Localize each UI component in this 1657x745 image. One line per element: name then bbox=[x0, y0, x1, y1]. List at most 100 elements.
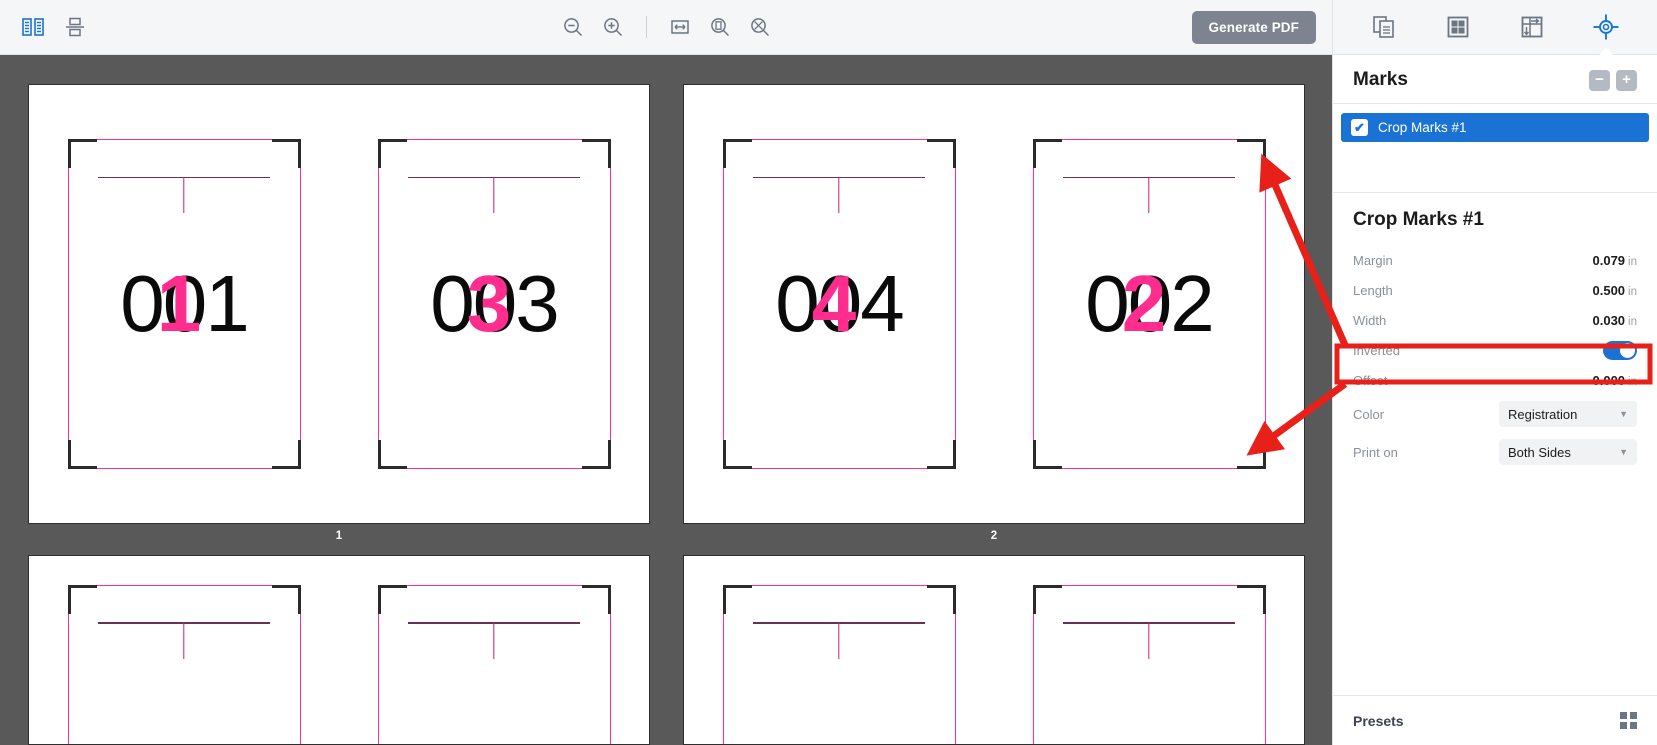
page-center-tick bbox=[1148, 622, 1150, 659]
imposed-page bbox=[722, 584, 956, 744]
add-mark-button[interactable]: + bbox=[1616, 69, 1637, 91]
page-center-tick bbox=[838, 622, 840, 659]
toggle-knob bbox=[1620, 342, 1635, 358]
property-value[interactable]: 0.000 in bbox=[1593, 373, 1638, 388]
property-label: Offset bbox=[1353, 372, 1388, 388]
sheet[interactable]: 001 1 003 3 bbox=[28, 84, 650, 524]
imposed-page bbox=[377, 584, 611, 744]
sheet[interactable] bbox=[683, 554, 1305, 745]
property-margin: Margin 0.079 in bbox=[1353, 245, 1637, 275]
mark-detail-section: Crop Marks #1 Margin 0.079 in Length 0.50… bbox=[1333, 192, 1657, 695]
property-value[interactable]: 0.030 in bbox=[1593, 313, 1638, 328]
property-value[interactable]: 0.079 in bbox=[1593, 253, 1638, 268]
chevron-down-icon: ▼ bbox=[1619, 447, 1628, 457]
trim-box bbox=[1032, 584, 1266, 744]
presets-section[interactable]: Presets bbox=[1333, 695, 1657, 745]
crop-mark-bottom-left-v bbox=[722, 440, 726, 469]
page-slot[interactable]: 001 1 bbox=[29, 84, 339, 524]
crop-mark-top-left-h bbox=[377, 584, 407, 588]
fit-width-icon[interactable] bbox=[663, 10, 697, 44]
sheet[interactable] bbox=[28, 554, 650, 745]
fit-page-icon[interactable] bbox=[703, 10, 737, 44]
imposition-canvas[interactable]: 001 1 003 3 1 004 4 002 2 2 bbox=[0, 55, 1332, 745]
crop-mark-top-left-v bbox=[722, 139, 726, 168]
print-on-select[interactable]: Both Sides ▼ bbox=[1499, 439, 1637, 465]
crop-mark-bottom-right-v bbox=[1262, 440, 1266, 469]
toolbar-zoom-group bbox=[0, 10, 1332, 44]
page-slot[interactable]: 003 3 bbox=[339, 84, 649, 524]
color-select[interactable]: Registration ▼ bbox=[1499, 401, 1637, 427]
property-label: Width bbox=[1353, 312, 1387, 328]
page-number-group: 001 1 bbox=[68, 264, 301, 344]
pages-tab-icon[interactable] bbox=[1364, 7, 1404, 47]
crop-mark-top-right-h bbox=[1236, 584, 1266, 588]
property-unit: in bbox=[1628, 375, 1637, 388]
crop-mark-top-right-h bbox=[271, 584, 301, 588]
crop-mark-top-right-v bbox=[1262, 139, 1266, 168]
sheet-grid: 001 1 003 3 1 004 4 002 2 2 bbox=[0, 55, 1332, 745]
page-slot[interactable] bbox=[29, 556, 339, 744]
crop-mark-top-right-v bbox=[607, 584, 611, 614]
panel-header: Marks − + bbox=[1333, 55, 1657, 104]
property-print-on: Print on Both Sides ▼ bbox=[1353, 433, 1637, 471]
list-item[interactable]: ✔ Crop Marks #1 bbox=[1341, 113, 1649, 142]
marks-tab-icon[interactable] bbox=[1586, 7, 1626, 47]
crop-mark-top-right-v bbox=[1262, 584, 1266, 614]
sheet-label: 2 bbox=[990, 530, 998, 542]
property-label: Length bbox=[1353, 282, 1393, 298]
page-center-tick bbox=[1148, 176, 1150, 214]
reset-zoom-icon[interactable] bbox=[743, 10, 777, 44]
page-slot[interactable] bbox=[339, 556, 649, 744]
page-slot[interactable] bbox=[994, 556, 1304, 744]
crop-mark-top-right-h bbox=[926, 584, 956, 588]
crop-mark-top-left-h bbox=[722, 584, 752, 588]
crop-mark-bottom-right-v bbox=[607, 440, 611, 469]
crop-mark-top-left-v bbox=[722, 584, 726, 614]
trim-box bbox=[67, 584, 301, 744]
mark-checkbox[interactable]: ✔ bbox=[1351, 119, 1368, 136]
crop-mark-top-left-v bbox=[67, 139, 71, 168]
page-slot[interactable]: 002 2 bbox=[994, 84, 1304, 524]
layout-tab-icon[interactable] bbox=[1512, 7, 1552, 47]
crop-mark-bottom-right-h bbox=[271, 466, 301, 469]
page-number-group: 003 3 bbox=[378, 264, 611, 344]
property-color: Color Registration ▼ bbox=[1353, 395, 1637, 433]
crop-mark-top-left-h bbox=[377, 139, 407, 142]
imposed-page: 001 1 bbox=[67, 139, 301, 469]
sheet[interactable]: 004 4 002 2 bbox=[683, 84, 1305, 524]
imposed-page bbox=[67, 584, 301, 744]
page-center-tick bbox=[493, 622, 495, 659]
page-number-group: 004 4 bbox=[723, 264, 956, 344]
zoom-out-icon[interactable] bbox=[556, 10, 590, 44]
mark-name-label: Crop Marks #1 bbox=[1378, 120, 1467, 135]
right-panel: Marks − + ✔ Crop Marks #1 Crop Marks #1 … bbox=[1332, 0, 1657, 745]
page-number-group: 002 2 bbox=[1033, 264, 1266, 344]
crop-mark-top-left-h bbox=[1032, 139, 1062, 142]
zoom-in-icon[interactable] bbox=[596, 10, 630, 44]
crop-mark-top-right-v bbox=[952, 584, 956, 614]
sheet-wrapper bbox=[683, 554, 1305, 745]
crop-mark-top-left-h bbox=[67, 139, 97, 142]
grid-icon[interactable] bbox=[1620, 712, 1637, 729]
inverted-toggle[interactable] bbox=[1603, 340, 1637, 360]
main-column: Generate PDF 001 1 003 3 1 004 4 002 2 2 bbox=[0, 0, 1332, 745]
crop-mark-top-right-v bbox=[952, 139, 956, 168]
page-number-pink: 2 bbox=[1121, 259, 1167, 348]
crop-mark-bottom-left-h bbox=[67, 466, 97, 469]
page-center-tick bbox=[183, 176, 185, 214]
property-unit: in bbox=[1628, 285, 1637, 298]
sheet-wrapper bbox=[28, 554, 650, 745]
property-label: Print on bbox=[1353, 444, 1398, 460]
property-value[interactable]: 0.500 in bbox=[1593, 283, 1638, 298]
crop-mark-top-right-v bbox=[297, 139, 301, 168]
imposed-page: 003 3 bbox=[377, 139, 611, 469]
imposition-tab-icon[interactable] bbox=[1438, 7, 1478, 47]
crop-mark-top-left-v bbox=[377, 584, 381, 614]
page-slot[interactable] bbox=[684, 556, 994, 744]
crop-mark-top-right-h bbox=[926, 139, 956, 142]
page-slot[interactable]: 004 4 bbox=[684, 84, 994, 524]
imposed-page: 004 4 bbox=[722, 139, 956, 469]
trim-box bbox=[377, 584, 611, 744]
property-offset: Offset 0.000 in bbox=[1353, 365, 1637, 395]
remove-mark-button[interactable]: − bbox=[1589, 69, 1610, 91]
